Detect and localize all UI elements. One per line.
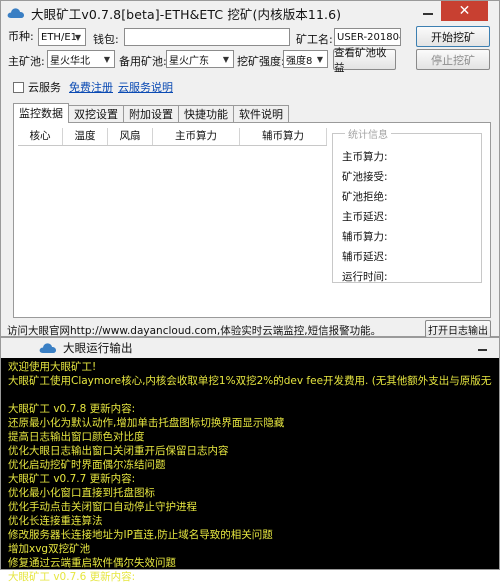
log-line: 大眼矿工 v0.7.6 更新内容: [8,571,136,583]
chevron-down-icon: ▼ [74,32,82,42]
cloud-icon [7,8,24,18]
main-window: 大眼矿工v0.7.8[beta]-ETH&ETC 挖矿(内核版本11.6) ✕ … [0,0,500,338]
main-pool-label: 主矿池: [8,55,45,68]
close-icon: ✕ [458,3,471,19]
log-line: 还原最小化为默认动作,增加单击托盘图标切换界面显示隐藏 [8,417,285,429]
chevron-down-icon: ▼ [103,54,111,64]
log-line: 欢迎使用大眼矿工! [8,361,97,373]
tab-monitor[interactable]: 监控数据 [13,103,69,123]
intensity-label: 挖矿强度: [237,55,285,68]
free-register-link[interactable]: 免费注册 [69,79,113,95]
column-temperature[interactable]: 温度 [63,128,108,145]
stat-pool-accepted: 矿池接受: [342,171,388,183]
open-log-button[interactable]: 打开日志输出 [425,320,491,338]
log-line: 修复通过云端重启软件偶尔失效问题 [8,557,176,569]
log-line: 优化最小化窗口直接到托盘图标 [8,487,155,499]
close-button[interactable]: ✕ [441,1,488,21]
monitor-panel: 核心 温度 风扇 主币算力 辅币算力 统计信息 主币算力: 矿池接受: 矿池拒绝… [13,122,491,318]
stat-run-time: 运行时间: [342,271,388,283]
column-main-hashrate[interactable]: 主币算力 [153,128,240,145]
tab-extra-settings[interactable]: 附加设置 [123,105,179,123]
tab-dual-mining[interactable]: 双挖设置 [68,105,124,123]
stats-legend: 统计信息 [345,126,391,141]
log-title-bar: 大眼运行输出 [1,338,499,358]
column-fan[interactable]: 风扇 [108,128,153,145]
stat-dual-latency: 辅币延迟: [342,251,388,263]
main-pool-select[interactable]: 星火华北 ▼ [47,50,115,68]
wallet-label: 钱包: [93,33,119,46]
minimize-icon [423,13,433,15]
minimize-icon [477,349,487,351]
chevron-down-icon: ▼ [222,54,230,64]
title-bar: 大眼矿工v0.7.8[beta]-ETH&ETC 挖矿(内核版本11.6) ✕ [1,1,499,25]
log-console[interactable]: 欢迎使用大眼矿工! 大眼矿工使用Claymore核心,内核会收取单挖1%双挖2%… [1,358,499,586]
log-line: 大眼矿工 v0.7.7 更新内容: [8,473,136,485]
log-line: 大眼矿工使用Claymore核心,内核会收取单挖1%双挖2%的dev fee开发… [8,375,492,387]
main-pool-value: 星火华北 [50,55,90,67]
tab-software-info[interactable]: 软件说明 [233,105,289,123]
log-window: 大眼运行输出 欢迎使用大眼矿工! 大眼矿工使用Claymore核心,内核会收取单… [0,337,500,583]
backup-pool-select[interactable]: 星火广东 ▼ [166,50,234,68]
worker-label: 矿工名: [296,33,333,46]
log-window-title: 大眼运行输出 [63,341,133,355]
log-line: 优化手动点击关闭窗口自动停止守护进程 [8,501,197,513]
website-info-text: 访问大眼官网http://www.dayancloud.com,体验实时云端监控… [7,325,382,337]
wallet-input[interactable] [124,28,290,46]
minimize-button[interactable] [415,1,441,21]
backup-pool-label: 备用矿池: [119,55,167,68]
stat-pool-rejected: 矿池拒绝: [342,191,388,203]
log-line: 优化大眼日志输出窗口关闭重开后保留日志内容 [8,445,229,457]
stat-dual-hashrate: 辅币算力: [342,231,388,243]
view-pool-earnings-button[interactable]: 查看矿池收益 [333,47,396,74]
log-line: 提高日志输出窗口颜色对比度 [8,431,145,443]
column-core[interactable]: 核心 [18,128,63,145]
cloud-service-checkbox[interactable] [13,81,24,93]
cloud-help-link[interactable]: 云服务说明 [118,79,173,95]
log-minimize-button[interactable] [469,338,495,356]
log-line: 大眼矿工 v0.7.8 更新内容: [8,403,136,415]
stat-main-latency: 主币延迟: [342,211,388,223]
currency-select[interactable]: ETH/E1 ▼ [38,28,86,46]
stats-groupbox: 统计信息 主币算力: 矿池接受: 矿池拒绝: 主币延迟: 辅币算力: 辅币延迟:… [332,126,482,283]
intensity-value: 强度8 [286,55,313,67]
tab-strip: 监控数据 双挖设置 附加设置 快捷功能 软件说明 [13,103,289,123]
tab-shortcuts[interactable]: 快捷功能 [178,105,234,123]
log-line: 增加xvg双挖矿池 [8,543,91,555]
worker-name-input[interactable]: USER-20180426 [334,28,401,46]
backup-pool-value: 星火广东 [169,55,209,67]
stat-main-hashrate: 主币算力: [342,151,388,163]
chevron-down-icon: ▼ [316,54,324,64]
cloud-icon [39,343,56,353]
gpu-table-header: 核心 温度 风扇 主币算力 辅币算力 [18,128,327,146]
log-line: 修改服务器长连接地址为IP直连,防止域名导致的相关问题 [8,529,273,541]
log-line: 优化启动挖矿时界面偶尔冻结问题 [8,459,166,471]
start-mining-button[interactable]: 开始挖矿 [416,26,490,47]
intensity-select[interactable]: 强度8 ▼ [283,50,328,68]
currency-label: 币种: [8,30,34,43]
column-dual-hashrate[interactable]: 辅币算力 [240,128,327,145]
window-title: 大眼矿工v0.7.8[beta]-ETH&ETC 挖矿(内核版本11.6) [31,6,342,22]
log-line: 优化长连接重连算法 [8,515,103,527]
stop-mining-button[interactable]: 停止挖矿 [416,49,490,70]
cloud-service-label: 云服务 [28,81,61,94]
